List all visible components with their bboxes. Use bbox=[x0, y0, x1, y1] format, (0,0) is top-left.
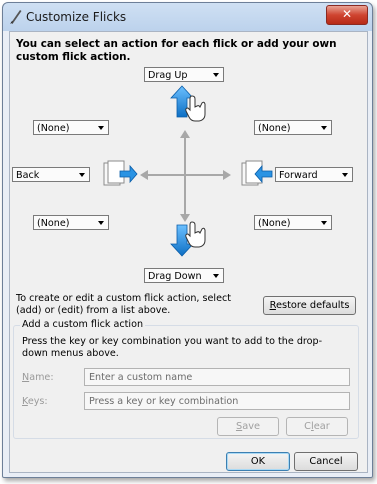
chevron-down-icon bbox=[213, 73, 219, 77]
chevron-down-icon bbox=[342, 173, 348, 177]
custom-action-info: To create or edit a custom flick action,… bbox=[16, 293, 232, 316]
cancel-button[interactable]: Cancel bbox=[294, 452, 358, 471]
back-flick-icon bbox=[103, 160, 138, 186]
ok-button[interactable]: OK bbox=[226, 452, 290, 471]
flick-up-left-dropdown[interactable]: (None) bbox=[33, 120, 109, 135]
flick-up-right-dropdown[interactable]: (None) bbox=[254, 120, 332, 135]
keys-label: Keys: bbox=[22, 396, 48, 407]
customize-flicks-dialog: Customize Flicks ✕ You can select an act… bbox=[2, 2, 373, 478]
clear-label-pre: C bbox=[304, 421, 312, 432]
close-button[interactable]: ✕ bbox=[326, 5, 368, 25]
flick-down-dropdown[interactable]: Drag Down bbox=[144, 268, 224, 283]
flick-right-dropdown[interactable]: Forward bbox=[275, 167, 353, 182]
flick-right-value: Forward bbox=[279, 170, 318, 181]
flick-left-dropdown[interactable]: Back bbox=[12, 167, 90, 182]
pen-icon bbox=[10, 10, 22, 24]
flick-up-left-value: (None) bbox=[37, 123, 70, 134]
clear-label-post: ear bbox=[313, 421, 330, 432]
right-guide-arrowhead bbox=[223, 170, 231, 180]
custom-keys-input[interactable]: Press a key or key combination bbox=[84, 392, 350, 410]
group-instructions: Press the key or key combination you wan… bbox=[22, 336, 323, 359]
flick-up-right-value: (None) bbox=[258, 123, 291, 134]
flick-down-left-value: (None) bbox=[37, 218, 70, 229]
chevron-down-icon bbox=[321, 221, 327, 225]
flick-down-right-dropdown[interactable]: (None) bbox=[254, 215, 332, 230]
add-custom-flick-group: Add a custom flick action Press the key … bbox=[13, 319, 359, 439]
left-guide-arrowhead bbox=[140, 170, 148, 180]
down-flick-icon bbox=[170, 221, 206, 257]
flick-up-dropdown[interactable]: Drag Up bbox=[144, 67, 224, 82]
flick-up-value: Drag Up bbox=[148, 70, 188, 81]
custom-name-input[interactable]: Enter a custom name bbox=[84, 368, 350, 386]
window-title: Customize Flicks bbox=[26, 10, 127, 24]
save-button[interactable]: Save bbox=[217, 417, 279, 436]
name-label-text: ame: bbox=[29, 372, 54, 383]
horizontal-guide-line bbox=[147, 174, 223, 176]
save-label: ave bbox=[242, 421, 261, 432]
flick-down-right-value: (None) bbox=[258, 218, 291, 229]
flick-down-value: Drag Down bbox=[148, 271, 202, 282]
up-flick-icon bbox=[170, 85, 206, 122]
hand-icon bbox=[185, 95, 206, 122]
chevron-down-icon bbox=[79, 173, 85, 177]
forward-flick-icon bbox=[241, 160, 273, 186]
restore-defaults-button[interactable]: Restore defaults bbox=[263, 296, 356, 315]
dialog-heading: You can select an action for each flick … bbox=[16, 38, 337, 63]
keys-label-text: eys: bbox=[27, 396, 48, 407]
flick-down-left-dropdown[interactable]: (None) bbox=[33, 215, 109, 230]
chevron-down-icon bbox=[213, 274, 219, 278]
restore-defaults-label: estore defaults bbox=[275, 300, 350, 311]
up-guide-arrowhead bbox=[180, 130, 190, 138]
title-bar[interactable]: Customize Flicks ✕ bbox=[3, 3, 372, 31]
name-label: Name: bbox=[22, 372, 54, 383]
clear-button[interactable]: Clear bbox=[286, 417, 348, 436]
group-label: Add a custom flick action bbox=[20, 319, 146, 330]
chevron-down-icon bbox=[321, 126, 327, 130]
chevron-down-icon bbox=[98, 126, 104, 130]
flick-left-value: Back bbox=[16, 170, 40, 181]
chevron-down-icon bbox=[98, 221, 104, 225]
dialog-body: You can select an action for each flick … bbox=[9, 31, 368, 473]
